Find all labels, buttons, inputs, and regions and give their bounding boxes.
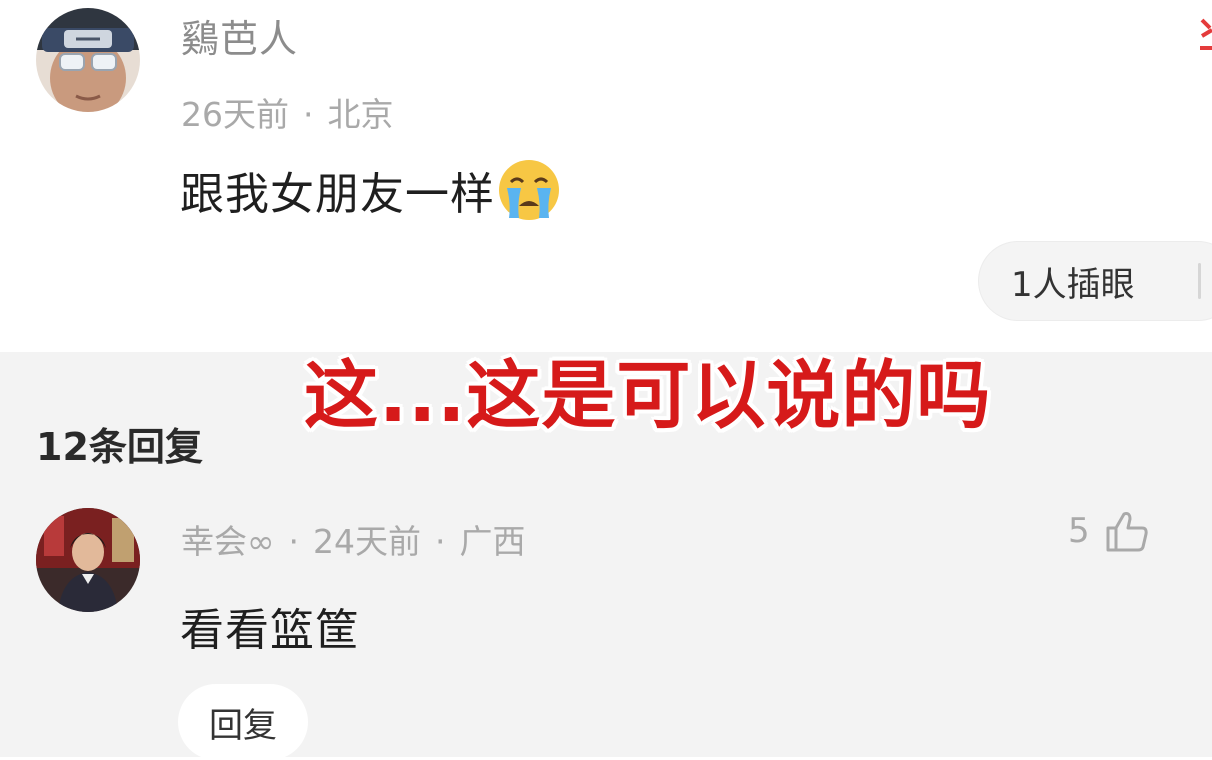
comment-text: 跟我女朋友一样 (180, 169, 495, 220)
thumbs-up-icon (1106, 512, 1148, 552)
meta-separator: · (288, 522, 300, 561)
reply-avatar[interactable] (36, 508, 140, 612)
reaction-label: 1人插眼 (1011, 264, 1135, 305)
comment-username[interactable]: 鷄芭人 (181, 8, 298, 63)
comment-time: 26天前 (181, 95, 289, 134)
meta-separator: · (303, 95, 314, 134)
reaction-button[interactable]: 1人插眼 (978, 241, 1212, 321)
meta-separator: · (435, 522, 446, 561)
comment-content: 跟我女朋友一样 (180, 158, 561, 222)
comment-location: 北京 (327, 95, 394, 134)
replies-count: 12条回复 (36, 425, 203, 469)
reply-button[interactable]: 回复 (178, 684, 308, 760)
like-button[interactable]: 5 (1068, 508, 1150, 554)
reply-meta: 幸会∞ · 24天前 · 广西 (181, 515, 526, 563)
crying-face-icon (497, 158, 561, 222)
reply-username[interactable]: 幸会∞ (181, 522, 275, 561)
video-caption: 这...这是可以说的吗 (304, 353, 992, 439)
like-count: 5 (1068, 511, 1090, 551)
reply-location: 广西 (459, 522, 526, 561)
reply-button-label: 回复 (209, 705, 277, 746)
comment-meta: 26天前 · 北京 (181, 88, 394, 136)
share-icon[interactable] (1198, 14, 1212, 60)
avatar[interactable] (36, 8, 140, 112)
pill-divider (1198, 263, 1201, 299)
reply-text: 看看篮筐 (180, 605, 360, 656)
reply-time: 24天前 (313, 522, 421, 561)
reply-content: 看看篮筐 (180, 594, 360, 658)
